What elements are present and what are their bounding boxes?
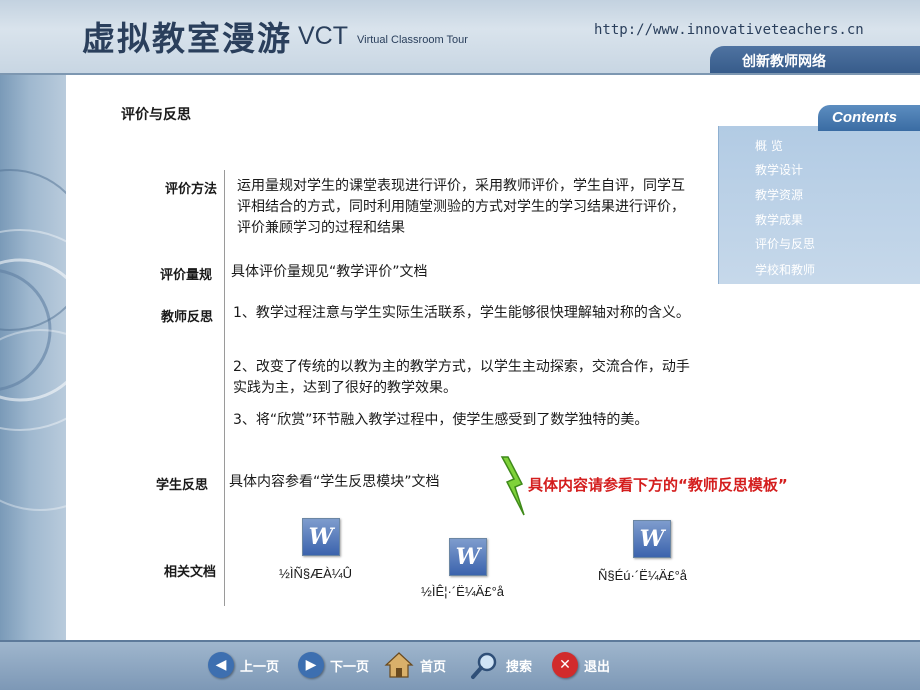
doc-3[interactable]: W	[633, 520, 671, 558]
doc-2-label[interactable]: ½ÌÊ¦·´Ë¼Ä£°å	[421, 584, 504, 599]
search-icon	[471, 652, 497, 679]
page-title: 评价与反思	[121, 107, 191, 123]
decorative-side-strip	[0, 0, 66, 690]
nav-item-teaching-resources[interactable]: 教学资源	[755, 186, 803, 203]
search-button[interactable]: 搜索	[470, 648, 532, 682]
arrow-right-icon: ▶	[298, 652, 324, 678]
doc-1[interactable]: W	[302, 518, 340, 556]
prev-page-button[interactable]: ◀ 上一页	[208, 648, 279, 682]
doc-3-label[interactable]: Ñ§Éú·´Ë¼Ä£°å	[598, 568, 687, 583]
method-label: 评价方法	[164, 182, 217, 197]
student-reflection-text: 具体内容参看“学生反思模块”文档	[229, 474, 440, 490]
doc-1-label[interactable]: ½ÌÑ§ÆÀ¼Û	[279, 566, 352, 581]
decorative-rings	[0, 169, 66, 511]
reflection-item-1: 1、教学过程注意与学生实际生活联系，学生能够很快理解轴对称的含义。	[233, 305, 690, 321]
word-document-icon[interactable]: W	[633, 520, 671, 558]
reflection-item-3: 3、将“欣赏”环节融入教学过程中，使学生感受到了数学独特的美。	[233, 412, 649, 428]
site-url[interactable]: http://www.innovativeteachers.cn	[594, 22, 864, 38]
nav-item-overview[interactable]: 概 览	[755, 137, 783, 154]
footer-bar	[0, 640, 920, 690]
contents-panel	[718, 126, 920, 284]
arrow-left-icon: ◀	[208, 652, 234, 678]
rubric-label: 评价量规	[159, 268, 212, 283]
app-subtitle: Virtual Classroom Tour	[357, 34, 468, 46]
reflection-label: 教师反思	[160, 310, 213, 325]
student-reflection-label: 学生反思	[155, 478, 208, 493]
app-title-abbr: VCT	[298, 22, 348, 50]
docs-label: 相关文档	[163, 565, 216, 580]
exit-button[interactable]: ✕ 退出	[552, 648, 610, 682]
column-divider	[224, 170, 225, 606]
doc-2[interactable]: W	[449, 538, 487, 576]
nav-item-evaluation[interactable]: 评价与反思	[755, 235, 815, 252]
reflection-item-2: 2、改变了传统的以教为主的教学方式，以学生主动探索，交流合作，动手 实践为主，达…	[233, 359, 690, 396]
nav-item-teaching-results[interactable]: 教学成果	[755, 211, 803, 228]
method-text: 运用量规对学生的课堂表现进行评价，采用教师评价，学生自评，同学互评相结合的方式，…	[237, 178, 685, 236]
brand-name: 创新教师网络	[742, 54, 826, 70]
next-page-button[interactable]: ▶ 下一页	[298, 648, 369, 682]
home-icon	[384, 652, 414, 678]
lightning-bolt-icon	[500, 456, 525, 516]
rubric-text: 具体评价量规见“教学评价”文档	[231, 264, 428, 280]
word-document-icon[interactable]: W	[449, 538, 487, 576]
word-document-icon[interactable]: W	[302, 518, 340, 556]
header-banner: 虚拟教室漫游 VCT Virtual Classroom Tour http:/…	[0, 0, 920, 75]
annotation-note: 具体内容请参看下方的“教师反思模板”	[528, 476, 788, 494]
app-title: 虚拟教室漫游	[82, 19, 292, 58]
nav-item-school-teachers[interactable]: 学校和教师	[755, 261, 815, 278]
contents-heading: Contents	[832, 109, 897, 126]
nav-item-teaching-design[interactable]: 教学设计	[755, 161, 803, 178]
close-icon: ✕	[552, 652, 578, 678]
home-button[interactable]: 首页	[384, 648, 446, 682]
